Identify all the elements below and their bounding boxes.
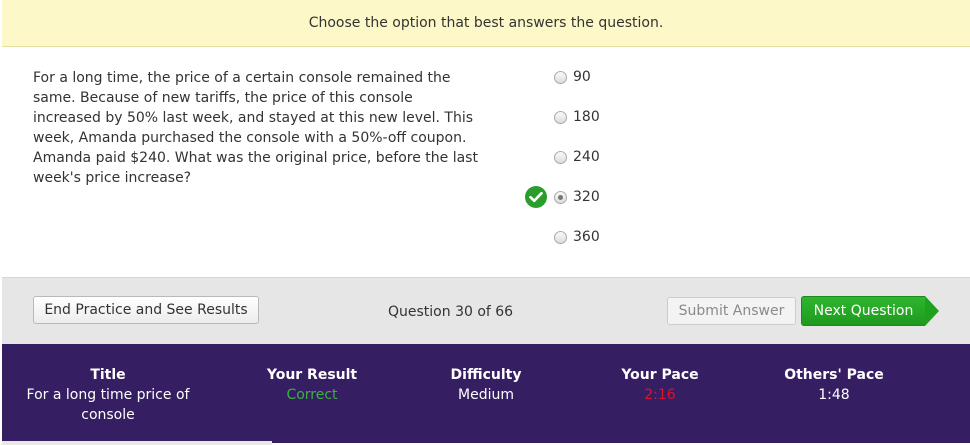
controls-bar: End Practice and See Results Question 30…: [2, 277, 970, 344]
answer-radio[interactable]: [554, 110, 567, 124]
scrollbar-strip: [2, 441, 272, 445]
stat-others-pace: Others' Pace 1:48: [754, 365, 914, 405]
answer-option-label: 180: [573, 109, 600, 125]
check-circle-icon: [525, 186, 547, 208]
question-counter: Question 30 of 66: [388, 304, 514, 320]
answer-option-label: 240: [573, 149, 600, 165]
stat-title-value: For a long time price of console: [26, 387, 190, 423]
answer-option-label: 90: [573, 69, 591, 85]
stat-your-pace-heading: Your Pace: [621, 367, 699, 383]
arrow-right-icon: [925, 296, 939, 326]
next-question-label: Next Question: [801, 296, 925, 326]
stat-result-heading: Your Result: [266, 367, 358, 383]
answer-radio-selected[interactable]: [554, 190, 567, 204]
stat-your-pace-value: 2:16: [644, 387, 676, 403]
submit-answer-button[interactable]: Submit Answer: [667, 297, 796, 325]
instruction-banner: Choose the option that best answers the …: [2, 0, 970, 47]
stat-difficulty-heading: Difficulty: [450, 367, 522, 383]
end-practice-button[interactable]: End Practice and See Results: [33, 296, 259, 324]
stat-title: Title For a long time price of console: [18, 365, 198, 425]
answer-radio[interactable]: [554, 150, 567, 164]
stat-your-pace: Your Pace 2:16: [580, 365, 740, 405]
question-panel: For a long time, the price of a certain …: [2, 47, 970, 277]
stats-bar: Title For a long time price of console Y…: [2, 344, 970, 443]
instruction-text: Choose the option that best answers the …: [308, 15, 664, 31]
next-question-button[interactable]: Next Question: [801, 296, 941, 326]
stat-result-value: Correct: [286, 387, 338, 403]
stat-title-heading: Title: [90, 367, 126, 383]
answer-option-label: 360: [573, 229, 600, 245]
answer-radio[interactable]: [554, 230, 567, 244]
answer-radio[interactable]: [554, 70, 567, 84]
question-text: For a long time, the price of a certain …: [33, 70, 478, 186]
stat-result: Your Result Correct: [232, 365, 392, 405]
stat-others-pace-value: 1:48: [818, 387, 850, 403]
stat-difficulty-value: Medium: [458, 387, 514, 403]
stat-others-pace-heading: Others' Pace: [784, 367, 884, 383]
stat-difficulty: Difficulty Medium: [406, 365, 566, 405]
answer-option-label: 320: [573, 189, 600, 205]
